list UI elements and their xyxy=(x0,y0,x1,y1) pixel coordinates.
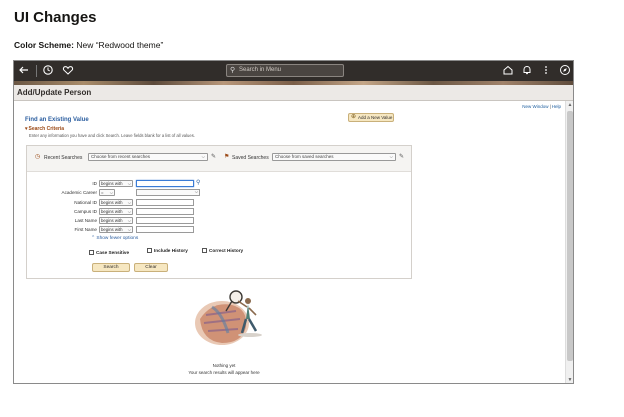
find-existing-value-title: Find an Existing Value xyxy=(25,117,89,123)
checkbox-box xyxy=(147,248,152,254)
navigation-bar: ⚲ Search in Menu xyxy=(14,61,573,81)
chevron-down-icon: ⌵ xyxy=(127,227,131,232)
saved-searches-label: Saved Searches xyxy=(232,155,269,161)
checkbox-box xyxy=(202,248,207,254)
back-arrow-icon[interactable] xyxy=(17,64,31,78)
edit-pencil-icon[interactable]: ✎ xyxy=(211,153,216,160)
navbar-compass-icon[interactable] xyxy=(558,64,572,78)
id-input[interactable] xyxy=(136,180,194,187)
chevron-down-icon: ⌵ xyxy=(109,190,113,195)
campus-id-input[interactable] xyxy=(136,208,194,215)
page-links: New Window|Help xyxy=(522,104,561,109)
search-hint-text: Enter any information you have and click… xyxy=(29,133,195,138)
academic-career-select[interactable]: ⌵ xyxy=(136,189,200,196)
actions-kebab-icon[interactable] xyxy=(539,64,553,78)
color-scheme-value: New “Redwood theme” xyxy=(74,40,164,50)
search-icon: ⚲ xyxy=(230,67,236,74)
search-button[interactable]: Search xyxy=(92,263,130,272)
campus-id-operator-value: begins with xyxy=(101,209,123,214)
color-scheme-line: Color Scheme: New “Redwood theme” xyxy=(14,40,163,50)
recent-searches-select[interactable]: Choose from recent searches ⌵ xyxy=(88,153,208,161)
checkbox-box xyxy=(89,250,94,256)
lookup-search-icon[interactable]: ⚲ xyxy=(196,179,200,186)
page-title: Add/Update Person xyxy=(17,88,92,97)
national-id-label: National ID xyxy=(74,200,97,205)
chevron-down-icon: ⌵ xyxy=(127,209,131,214)
chevron-down-icon: ⌵ xyxy=(389,154,393,159)
favorites-heart-icon[interactable] xyxy=(61,64,75,78)
chevron-down-icon: ⌵ xyxy=(127,200,131,205)
empty-state-message: Your search results will appear here xyxy=(188,370,260,375)
recent-searches-label: Recent Searches xyxy=(44,155,83,161)
saved-searches-row: ◷ Recent Searches Choose from recent sea… xyxy=(27,146,411,172)
empty-state-illustration xyxy=(192,289,270,349)
academic-career-operator-value: = xyxy=(101,190,104,195)
scroll-down-arrow-icon[interactable]: ▼ xyxy=(566,377,573,383)
last-name-operator-select[interactable]: begins with ⌵ xyxy=(99,217,133,224)
national-id-input[interactable] xyxy=(136,199,194,206)
correct-history-checkbox[interactable]: Correct History xyxy=(202,248,244,254)
help-link[interactable]: Help xyxy=(552,104,561,109)
home-icon[interactable] xyxy=(501,64,515,78)
chevron-down-icon: ⌵ xyxy=(194,189,198,194)
show-fewer-options-link[interactable]: ⌃ Show fewer options xyxy=(91,236,138,241)
chevron-down-icon: ⌵ xyxy=(201,154,205,159)
menu-search-input[interactable]: ⚲ Search in Menu xyxy=(226,64,344,77)
bookmark-icon: ⚑ xyxy=(224,154,230,160)
recent-clock-icon: ◷ xyxy=(35,154,41,160)
search-criteria-toggle[interactable]: ▾Search Criteria xyxy=(25,126,64,132)
academic-career-label: Academic Career xyxy=(61,190,98,195)
case-sensitive-label: Case Sensitive xyxy=(96,250,130,255)
saved-searches-value: Choose from saved searches xyxy=(275,154,334,159)
peoplesoft-screenshot: ⚲ Search in Menu Add/Update Person ▲ ▼ N… xyxy=(13,60,574,384)
first-name-input[interactable] xyxy=(136,226,194,233)
case-sensitive-checkbox[interactable]: Case Sensitive xyxy=(89,250,130,256)
first-name-operator-value: begins with xyxy=(101,227,123,232)
toolbar-divider xyxy=(36,65,37,77)
document-title: UI Changes xyxy=(14,9,97,26)
page-header: Add/Update Person xyxy=(14,85,573,101)
last-name-label: Last Name xyxy=(74,218,97,223)
recent-searches-value: Choose from recent searches xyxy=(91,154,151,159)
scroll-up-arrow-icon[interactable]: ▲ xyxy=(566,102,573,108)
academic-career-operator-select[interactable]: = ⌵ xyxy=(99,189,115,196)
first-name-label: First Name xyxy=(74,227,97,232)
chevron-up-icon: ⌃ xyxy=(91,236,96,241)
show-fewer-options-label: Show fewer options xyxy=(96,236,139,241)
notification-bell-icon[interactable] xyxy=(520,64,534,78)
id-label: ID xyxy=(92,181,97,186)
scroll-thumb[interactable] xyxy=(567,111,573,361)
plus-circle-icon: ⊕ xyxy=(351,114,357,120)
color-scheme-label: Color Scheme: xyxy=(14,40,74,50)
chevron-down-icon: ▾ xyxy=(25,126,28,132)
search-criteria-panel: ◷ Recent Searches Choose from recent sea… xyxy=(26,145,412,279)
add-new-value-button[interactable]: ⊕ Add a New Value xyxy=(348,113,394,122)
chevron-down-icon: ⌵ xyxy=(127,181,131,186)
link-separator: | xyxy=(549,104,551,109)
include-history-label: Include History xyxy=(154,248,188,253)
chevron-down-icon: ⌵ xyxy=(127,218,131,223)
last-name-operator-value: begins with xyxy=(101,218,123,223)
correct-history-label: Correct History xyxy=(209,248,244,253)
vertical-scrollbar[interactable]: ▲ ▼ xyxy=(565,101,573,383)
clear-button[interactable]: Clear xyxy=(134,263,168,272)
campus-id-operator-select[interactable]: begins with ⌵ xyxy=(99,208,133,215)
new-window-link[interactable]: New Window xyxy=(522,104,548,109)
id-operator-select[interactable]: begins with ⌵ xyxy=(99,180,133,187)
search-criteria-label: Search Criteria xyxy=(28,126,65,132)
include-history-checkbox[interactable]: Include History xyxy=(147,248,188,254)
add-new-value-label: Add a New Value xyxy=(358,115,393,120)
empty-state-title: Nothing yet xyxy=(212,363,236,368)
saved-searches-select[interactable]: Choose from saved searches ⌵ xyxy=(272,153,396,161)
id-operator-value: begins with xyxy=(101,181,123,186)
national-id-operator-select[interactable]: begins with ⌵ xyxy=(99,199,133,206)
menu-search-placeholder: Search in Menu xyxy=(239,67,282,73)
first-name-operator-select[interactable]: begins with ⌵ xyxy=(99,226,133,233)
history-icon[interactable] xyxy=(41,64,55,78)
national-id-operator-value: begins with xyxy=(101,200,123,205)
campus-id-label: Campus ID xyxy=(74,209,97,214)
last-name-input[interactable] xyxy=(136,217,194,224)
edit-pencil-icon[interactable]: ✎ xyxy=(399,153,404,160)
